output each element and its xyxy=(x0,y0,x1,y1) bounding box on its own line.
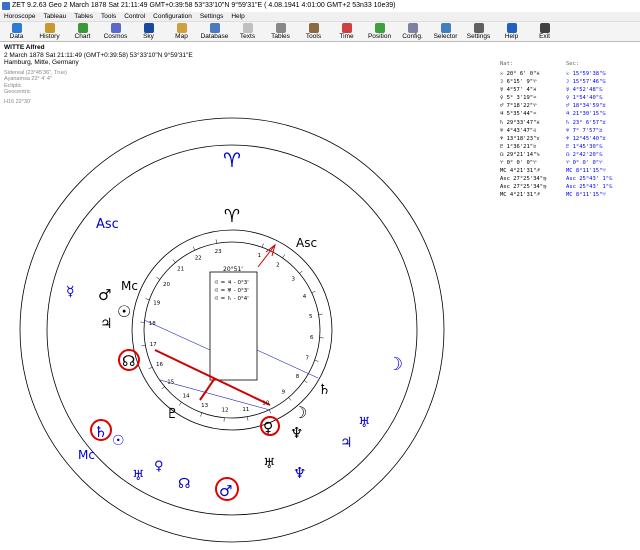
node-outer-icon: ☊ xyxy=(178,476,190,492)
degree-tick-label: 2 xyxy=(276,263,280,269)
degree-tick-label: 4 xyxy=(303,294,307,300)
degree-tick-label: 13 xyxy=(201,403,208,409)
jupiter-outer-icon: ♃ xyxy=(340,435,353,451)
mc-outer-label: Mc xyxy=(78,448,95,462)
degree-tick-mark xyxy=(192,246,196,251)
uranus-outer-icon-2: ♅ xyxy=(358,415,371,431)
degree-tick-label: 9 xyxy=(282,389,286,395)
mars-outer-icon: ♂ xyxy=(219,482,232,500)
horoscope-wheel[interactable]: 20°51' ♌ = ♃ - 0°3' ♌ = ♅ - 0°3' ♌ = ♄ -… xyxy=(0,0,640,550)
degree-tick-mark xyxy=(156,276,161,280)
degree-tick-label: 10 xyxy=(262,401,269,407)
uranus-inner-icon: ♅ xyxy=(263,456,276,472)
degree-tick-mark xyxy=(145,298,150,301)
degree-tick-mark xyxy=(172,259,176,263)
red-midpoint-stub xyxy=(199,377,216,401)
degree-tick-mark xyxy=(303,380,308,384)
sun-inner-icon: ☉ xyxy=(117,302,131,321)
aspect-line-2: ♌ = ♅ - 0°3' xyxy=(214,287,249,294)
neptune-inner-icon: ♆ xyxy=(290,424,303,442)
degree-tick-mark xyxy=(200,412,203,417)
degree-tick-label: 3 xyxy=(292,277,296,283)
aspect-box-title: 20°51' xyxy=(223,266,243,273)
mars-inner-icon: ♂ xyxy=(98,286,111,304)
aries-outer-icon: ♈ xyxy=(223,148,241,172)
degree-tick-label: 18 xyxy=(149,321,156,327)
degree-tick-label: 23 xyxy=(215,249,222,255)
neptune-outer-icon: ♆ xyxy=(293,464,306,482)
degree-tick-mark xyxy=(311,290,316,294)
uranus-outer-icon: ♅ xyxy=(132,468,145,484)
mercury-outer-icon: ☿ xyxy=(66,284,75,300)
degree-tick-mark xyxy=(148,366,153,370)
degree-tick-mark xyxy=(299,270,303,274)
degree-tick-label: 22 xyxy=(195,256,202,262)
degree-tick-label: 15 xyxy=(167,379,174,385)
degree-tick-mark xyxy=(288,397,292,401)
degree-tick-label: 16 xyxy=(156,362,163,368)
degree-tick-mark xyxy=(261,243,264,248)
saturn-inner-icon: ♄ xyxy=(318,382,331,398)
jupiter-inner-icon: ♃ xyxy=(100,316,113,332)
degree-tick-label: 12 xyxy=(222,408,229,414)
moon-inner-icon: ☽ xyxy=(293,403,307,422)
asc-outer-label: Asc xyxy=(96,217,119,232)
asc-inner-label: Asc xyxy=(296,236,317,250)
degree-tick-mark xyxy=(141,345,146,347)
venus-inner-icon: ♀ xyxy=(263,420,273,436)
degree-tick-mark xyxy=(268,409,272,414)
degree-tick-label: 21 xyxy=(177,267,184,273)
degree-tick-mark xyxy=(318,313,323,315)
degree-tick-label: 5 xyxy=(309,314,313,320)
degree-tick-label: 20 xyxy=(163,282,170,288)
degree-tick-label: 7 xyxy=(305,355,309,361)
degree-tick-mark xyxy=(314,359,319,362)
degree-tick-label: 17 xyxy=(150,342,157,348)
mc-inner-label: Mc xyxy=(121,279,138,293)
degree-tick-label: 8 xyxy=(296,374,300,380)
degree-tick-label: 1 xyxy=(258,253,262,259)
degree-tick-mark xyxy=(178,401,182,406)
degree-tick-mark xyxy=(215,239,217,244)
moon-outer-icon: ☽ xyxy=(387,354,403,375)
aspect-line-3: ♌ = ♄ - 0°4' xyxy=(214,295,249,302)
node-inner-icon: ☊ xyxy=(122,352,135,370)
degree-tick-mark xyxy=(282,254,286,259)
aries-inner-icon: ♈ xyxy=(224,206,240,227)
saturn-outer-icon: ♄ xyxy=(94,423,107,441)
degree-tick-label: 11 xyxy=(242,407,249,413)
degree-tick-mark xyxy=(161,386,165,390)
degree-tick-label: 19 xyxy=(153,301,160,307)
axis-line-blue-2 xyxy=(256,349,319,379)
sun-outer-icon: ☉ xyxy=(112,433,125,449)
degree-tick-label: 14 xyxy=(183,394,190,400)
venus-outer-icon: ♀ xyxy=(154,459,164,474)
degree-tick-mark xyxy=(247,416,249,421)
aspect-line-1: ♌ = ♃ - 0°3' xyxy=(214,279,249,286)
pluto-inner-icon: ♇ xyxy=(166,406,179,422)
degree-tick-label: 6 xyxy=(310,335,314,341)
